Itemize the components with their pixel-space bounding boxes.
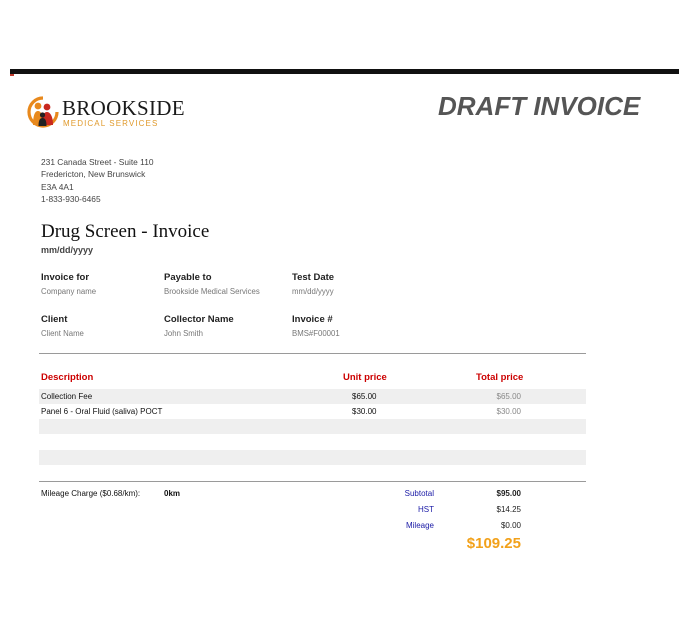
table-row — [39, 419, 586, 434]
client-value: Client Name — [41, 329, 84, 338]
row-description: Panel 6 - Oral Fluid (saliva) POCT — [41, 407, 163, 416]
row-unit-price: $30.00 — [352, 407, 377, 416]
mileage-charge-label: Mileage Charge ($0.68/km): — [41, 489, 141, 498]
row-unit-price: $65.00 — [352, 392, 377, 401]
address-line-1: 231 Canada Street - Suite 110 — [41, 157, 154, 167]
invoice-number-value: BMS#F00001 — [292, 329, 340, 338]
brookside-logo-icon — [27, 96, 59, 128]
hst-label: HST — [418, 505, 434, 514]
divider-top — [39, 353, 586, 354]
client-label: Client — [41, 314, 68, 325]
payable-to-label: Payable to — [164, 272, 212, 283]
grand-total-value: $109.25 — [466, 535, 521, 552]
mileage-summary-label: Mileage — [405, 521, 434, 530]
payable-to-value: Brookside Medical Services — [164, 287, 260, 296]
row-total-price: $65.00 — [496, 392, 521, 401]
table-row — [39, 434, 586, 449]
divider-bottom — [39, 481, 586, 482]
document-date: mm/dd/yyyy — [41, 245, 94, 255]
description-header: Description — [41, 372, 94, 383]
invoice-for-label: Invoice for — [41, 272, 90, 283]
table-row — [39, 450, 586, 465]
top-border-bar — [10, 69, 679, 74]
subtotal-value: $95.00 — [496, 489, 521, 498]
document-title: Drug Screen - Invoice — [41, 221, 210, 242]
table-row: Panel 6 - Oral Fluid (saliva) POCT $30.0… — [39, 404, 586, 419]
brookside-logo: BROOKSIDE MEDICAL SERVICES — [26, 95, 185, 131]
address-line-2: Fredericton, New Brunswick — [41, 169, 146, 180]
address-phone: 1-833-930-6465 — [41, 194, 101, 205]
total-price-header: Total price — [476, 372, 524, 383]
top-border-accent — [10, 74, 14, 76]
logo-subtitle: MEDICAL SERVICES — [63, 119, 159, 128]
hst-value: $14.25 — [496, 505, 521, 514]
logo-name: BROOKSIDE — [62, 96, 185, 120]
mileage-summary-value: $0.00 — [500, 521, 521, 530]
test-date-value: mm/dd/yyyy — [292, 287, 334, 296]
address-line-3: E3A 4A1 — [41, 181, 74, 192]
mileage-charge-value: 0km — [164, 489, 181, 498]
subtotal-label: Subtotal — [404, 489, 434, 498]
draft-invoice-heading: DRAFT INVOICE — [438, 91, 641, 121]
invoice-for-value: Company name — [41, 287, 97, 296]
table-row: Collection Fee $65.00 $65.00 — [39, 389, 586, 404]
unit-price-header: Unit price — [343, 372, 387, 383]
row-total-price: $30.00 — [496, 407, 521, 416]
collector-name-value: John Smith — [164, 329, 204, 338]
row-description: Collection Fee — [41, 392, 93, 401]
company-address: 231 Canada Street - Suite 110 Fredericto… — [41, 156, 154, 206]
test-date-label: Test Date — [292, 272, 335, 283]
invoice-number-label: Invoice # — [292, 314, 333, 325]
collector-name-label: Collector Name — [164, 314, 234, 325]
table-row — [39, 465, 586, 480]
